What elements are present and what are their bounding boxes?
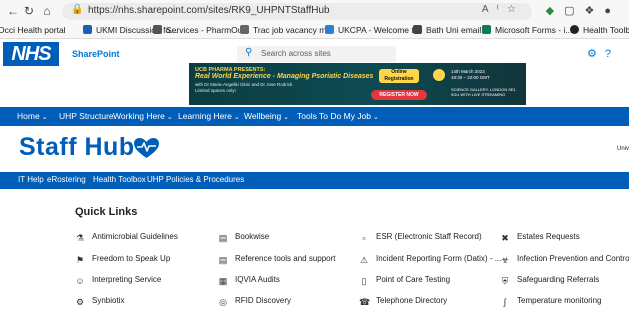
collections-icon[interactable]: ❖ bbox=[584, 5, 604, 17]
bookmark-item[interactable]: Health Toolbox bbox=[570, 25, 629, 35]
bookmark-item[interactable]: Trac job vacancy m... bbox=[240, 25, 333, 35]
bookmark-favicon-icon bbox=[83, 25, 92, 34]
bookmark-item[interactable]: Microsoft Forms - i... bbox=[482, 25, 572, 35]
nav-tools[interactable]: Tools To Do My Job ⌄ bbox=[297, 111, 379, 121]
quick-link[interactable]: ▤ Reference tools and support bbox=[218, 254, 336, 265]
online-registration-badge[interactable]: Online Registration bbox=[379, 69, 419, 83]
quick-link[interactable]: ⚙ Synbiotix bbox=[75, 296, 125, 307]
bookmark-favicon-icon bbox=[413, 25, 422, 34]
chevron-down-icon: ⌄ bbox=[373, 114, 379, 121]
document-icon: ▫ bbox=[362, 233, 366, 243]
chevron-down-icon: ⌄ bbox=[283, 114, 290, 121]
page-title: Staff Hub bbox=[19, 133, 135, 161]
chevron-down-icon: ⌄ bbox=[233, 114, 240, 121]
bookmark-item[interactable]: Bath Uni email bbox=[413, 25, 481, 35]
test-icon: ▯ bbox=[361, 276, 367, 286]
subnav-policies[interactable]: UHP Policies & Procedures bbox=[147, 175, 244, 184]
subnav-health-toolbox[interactable]: Health Toolbox bbox=[93, 175, 146, 184]
bookmark-item[interactable]: UKCPA - Welcome t... bbox=[325, 25, 421, 35]
top-navigation: Home ⌄ UHP Structure Working Here ⌄ Learni… bbox=[0, 107, 629, 126]
url-text[interactable]: https://nhs.sharepoint.com/sites/RK9_UHP… bbox=[88, 5, 330, 16]
banner-speakers: with Dr Maria-Angeliki Gkini and Dr Jose… bbox=[195, 82, 293, 87]
quick-link[interactable]: ▤ Bookwise bbox=[218, 232, 270, 243]
event-banner[interactable]: UCB PHARMA PRESENTS: Real World Experien… bbox=[189, 63, 526, 105]
browser-toolbar: ← ↻ ⌂ 🔒 https://nhs.sharepoint.com/sites… bbox=[0, 0, 629, 22]
hub-navigation: IT Help eRostering Health Toolbox UHP Po… bbox=[0, 172, 629, 189]
bookmarks-bar: Occi Health portal UKMI Discussion fo...… bbox=[0, 22, 629, 39]
thermometer-icon: ∫ bbox=[503, 297, 507, 307]
address-bar[interactable]: 🔒 https://nhs.sharepoint.com/sites/RK9_U… bbox=[62, 3, 532, 20]
quick-link[interactable]: ⚠ Incident Reporting Form (Datix) - ... bbox=[359, 254, 501, 265]
search-icon: ⚲ bbox=[245, 47, 253, 58]
quick-link[interactable]: ▯ Point of Care Testing bbox=[359, 275, 451, 286]
home-icon[interactable]: ⌂ bbox=[40, 4, 54, 18]
header-right-text: Univ bbox=[616, 146, 629, 152]
quick-link[interactable]: ⚑ Freedom to Speak Up bbox=[75, 254, 170, 265]
banner-limited: Limited spaces only! bbox=[195, 88, 236, 93]
sun-icon bbox=[433, 69, 445, 81]
chevron-down-icon: ⌄ bbox=[41, 114, 48, 121]
extension-icon[interactable]: ▢ bbox=[564, 5, 584, 17]
wrench-icon: ✖ bbox=[501, 233, 509, 243]
chart-icon: ▦ bbox=[218, 276, 228, 286]
nav-wellbeing[interactable]: Wellbeing ⌄ bbox=[244, 111, 289, 121]
book-icon: ▤ bbox=[218, 255, 228, 265]
nhs-logo[interactable]: NHS bbox=[3, 42, 59, 66]
quick-link[interactable]: ☎ Telephone Directory bbox=[359, 296, 447, 307]
nav-uhp-structure[interactable]: UHP Structure bbox=[59, 111, 114, 121]
flask-icon: ⚗ bbox=[75, 233, 85, 243]
subnav-it-help[interactable]: IT Help bbox=[18, 175, 44, 184]
bookmark-item[interactable]: Services - PharmOu... bbox=[153, 25, 250, 35]
read-aloud-icon[interactable]: A⁽ bbox=[482, 4, 507, 15]
shield-person-icon: ⛨ bbox=[501, 276, 509, 286]
register-now-button[interactable]: REGISTER NOW bbox=[371, 90, 427, 100]
alert-icon: ⚠ bbox=[359, 255, 369, 265]
lock-icon[interactable]: 🔒 bbox=[71, 4, 83, 15]
help-icon[interactable]: ? bbox=[605, 48, 619, 60]
quick-link[interactable]: ✖ Estates Requests bbox=[500, 232, 579, 243]
bookmark-item[interactable]: Occi Health portal bbox=[0, 25, 66, 35]
quick-link[interactable]: ☣ Infection Prevention and Control bbox=[500, 254, 629, 265]
nav-working-here[interactable]: Working Here ⌄ bbox=[113, 111, 173, 121]
quick-link[interactable]: ⛨ Safeguarding Referrals bbox=[500, 275, 600, 286]
nav-learning-here[interactable]: Learning Here ⌄ bbox=[178, 111, 240, 121]
banner-date: 14th March 2023 18:30 – 22:00 GMT bbox=[451, 69, 490, 80]
profile-icon[interactable]: ● bbox=[604, 5, 621, 17]
bookmark-favicon-icon bbox=[482, 25, 491, 34]
biohazard-icon: ☣ bbox=[500, 255, 510, 265]
nav-home[interactable]: Home ⌄ bbox=[17, 111, 48, 121]
bookmark-favicon-icon bbox=[153, 25, 162, 34]
banner-headline: Real World Experience - Managing Psoriat… bbox=[195, 73, 374, 80]
banner-venue: SCIENCE GALLERY, LONDON SE1 9GU WITH LIV… bbox=[451, 87, 516, 97]
search-box[interactable]: ⚲ Search across sites bbox=[237, 46, 396, 62]
quick-link[interactable]: ◎ RFID Discovery bbox=[218, 296, 291, 307]
bookmark-favicon-icon bbox=[240, 25, 249, 34]
phone-icon: ☎ bbox=[359, 297, 371, 307]
megaphone-icon: ⚑ bbox=[75, 255, 85, 265]
settings-icon[interactable]: ⚙ bbox=[587, 48, 605, 60]
quick-links-title: Quick Links bbox=[75, 206, 138, 218]
quick-link[interactable]: ⚗ Antimicrobial Guidelines bbox=[75, 232, 178, 243]
back-icon[interactable]: ← bbox=[6, 4, 20, 18]
shield-icon[interactable]: ◆ bbox=[546, 5, 564, 17]
quick-link[interactable]: ▫ ESR (Electronic Staff Record) bbox=[359, 232, 481, 243]
search-placeholder[interactable]: Search across sites bbox=[261, 49, 331, 58]
book-icon: ▤ bbox=[218, 233, 228, 243]
subnav-erostering[interactable]: eRostering bbox=[47, 175, 86, 184]
quick-link[interactable]: ∫ Temperature monitoring bbox=[500, 296, 602, 307]
bookmark-favicon-icon bbox=[325, 25, 334, 34]
chevron-down-icon: ⌄ bbox=[166, 114, 173, 121]
quick-link[interactable]: ▦ IQVIA Audits bbox=[218, 275, 280, 286]
quick-link[interactable]: ☺ Interpreting Service bbox=[75, 275, 161, 286]
favorite-icon[interactable]: ☆ bbox=[507, 4, 524, 15]
heart-logo-icon bbox=[134, 138, 159, 158]
translate-icon: ☺ bbox=[75, 276, 85, 286]
rfid-icon: ◎ bbox=[219, 297, 227, 307]
sharepoint-link[interactable]: SharePoint bbox=[72, 49, 120, 59]
bookmark-favicon-icon bbox=[570, 25, 579, 34]
refresh-icon[interactable]: ↻ bbox=[22, 4, 36, 18]
gear-icon: ⚙ bbox=[75, 297, 85, 307]
